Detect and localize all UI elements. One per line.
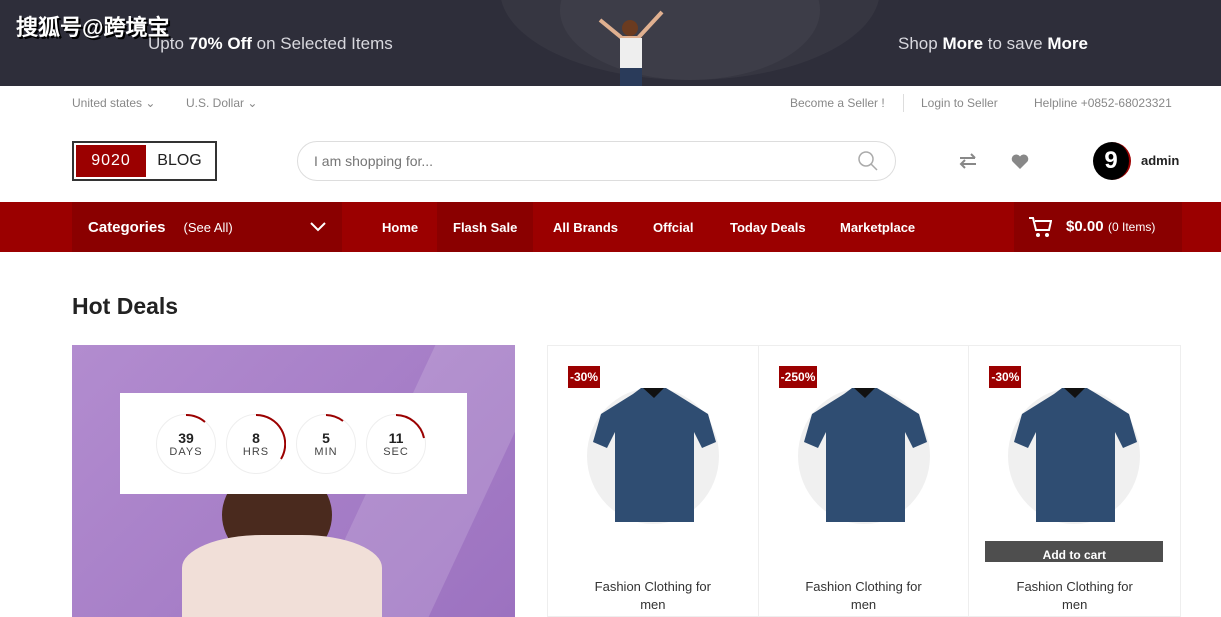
section-title: Hot Deals xyxy=(72,293,179,319)
product-image xyxy=(797,388,930,524)
divider xyxy=(903,94,904,112)
cart-icon xyxy=(1029,217,1052,237)
chevron-down-icon xyxy=(310,222,326,232)
nav-today-deals[interactable]: Today Deals xyxy=(714,202,822,252)
discount-badge: -30% xyxy=(989,366,1022,388)
nav-all-brands[interactable]: All Brands xyxy=(537,202,634,252)
login-seller-link[interactable]: Login to Seller xyxy=(921,96,998,110)
currency-select[interactable]: U.S. Dollar ⌄ xyxy=(186,96,257,110)
cart-button[interactable]: $0.00 (0 Items) xyxy=(1014,202,1182,252)
banner-model-image xyxy=(598,10,664,86)
nav-home[interactable]: Home xyxy=(366,202,434,252)
nav-official[interactable]: Offcial xyxy=(637,202,709,252)
discount-badge: -250% xyxy=(778,366,818,388)
countdown-hours: 8 HRS xyxy=(226,413,286,474)
logo-part2: BLOG xyxy=(157,152,202,169)
become-seller-link[interactable]: Become a Seller ! xyxy=(790,96,885,110)
cart-items: (0 Items) xyxy=(1108,220,1156,234)
cart-total: $0.00 xyxy=(1066,218,1104,235)
country-select[interactable]: United states ⌄ xyxy=(72,96,155,110)
product-title[interactable]: Fashion Clothing for men xyxy=(548,578,758,614)
nav-marketplace[interactable]: Marketplace xyxy=(824,202,931,252)
product-title[interactable]: Fashion Clothing for men xyxy=(969,578,1180,614)
avatar[interactable]: 9 xyxy=(1093,142,1131,180)
countdown-minutes: 5 MIN xyxy=(296,413,356,474)
categories-dropdown[interactable]: Categories (See All) xyxy=(72,202,342,252)
logo-part1: 9020 xyxy=(76,145,146,177)
product-card[interactable]: -30% Fashion Clothing for men xyxy=(548,346,759,616)
product-title[interactable]: Fashion Clothing for men xyxy=(759,578,969,614)
countdown-seconds: 11 SEC xyxy=(366,413,426,474)
wishlist-heart-icon[interactable] xyxy=(1011,154,1029,169)
watermark: 搜狐号@跨境宝 xyxy=(16,15,170,40)
search-icon[interactable] xyxy=(857,150,879,172)
add-to-cart-button[interactable]: Add to cart xyxy=(985,541,1164,562)
nav-flash-sale[interactable]: Flash Sale xyxy=(437,202,534,252)
discount-badge: -30% xyxy=(568,366,601,388)
helpline: Helpline +0852-68023321 xyxy=(1034,96,1172,110)
product-image xyxy=(1008,388,1141,524)
countdown-days: 39 DAYS xyxy=(156,413,216,474)
countdown-timer: 39 DAYS 8 HRS 5 MIN 11 SEC xyxy=(120,393,467,494)
compare-icon[interactable] xyxy=(959,153,977,169)
main-nav: Categories (See All) Home Flash Sale All… xyxy=(0,202,1221,252)
product-image xyxy=(587,388,719,524)
banner-shop-text: Shop More to save More xyxy=(898,34,1088,53)
search-input[interactable] xyxy=(314,153,857,169)
promo-banner[interactable]: 搜狐号@跨境宝 Upto 70% Off on Selected Items S… xyxy=(0,0,1221,86)
banner-offer-text: Upto 70% Off on Selected Items xyxy=(148,34,393,53)
product-grid: -30% Fashion Clothing for men -250% Fash… xyxy=(547,345,1181,617)
search-bar xyxy=(297,141,896,181)
site-logo[interactable]: 9020 BLOG xyxy=(72,141,217,181)
user-name[interactable]: admin xyxy=(1141,153,1179,168)
product-card[interactable]: -250% Fashion Clothing for men xyxy=(759,346,970,616)
product-card[interactable]: -30% Add to cart Fashion Clothing for me… xyxy=(969,346,1180,616)
